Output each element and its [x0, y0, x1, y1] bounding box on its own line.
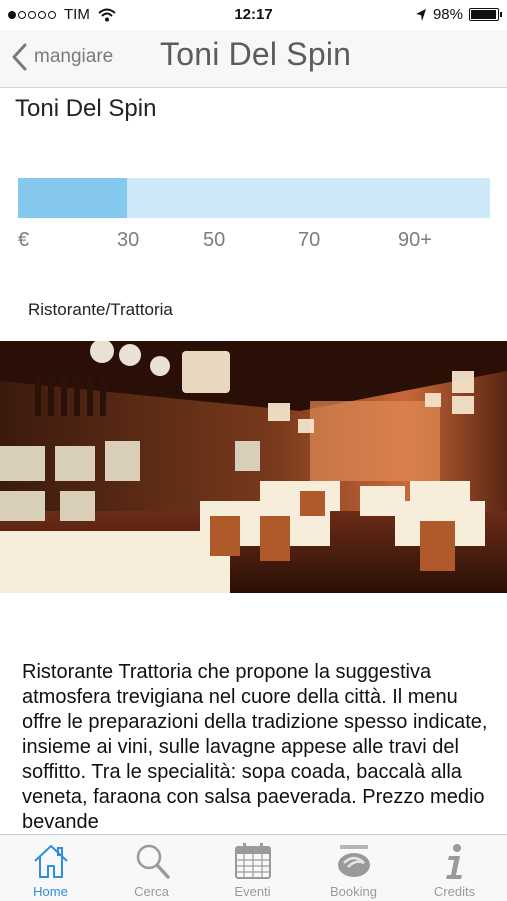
tab-home-label: Home	[33, 884, 68, 899]
battery-fill	[471, 10, 497, 19]
price-label-30: 30	[117, 229, 140, 251]
tab-credits-label: Credits	[433, 884, 476, 899]
tab-eventi-label: Eventi	[234, 884, 271, 899]
price-label-70: 70	[298, 229, 321, 251]
battery-area: 98%	[415, 6, 502, 23]
tab-booking[interactable]: Booking	[303, 835, 404, 901]
tab-cerca-label: Cerca	[134, 884, 169, 899]
page-title: Toni Del Spin	[160, 36, 352, 72]
home-icon	[33, 845, 68, 878]
location-arrow-icon	[415, 8, 426, 21]
battery-percent: 98%	[432, 6, 463, 23]
info-icon	[445, 844, 462, 879]
tab-booking-label: Booking	[330, 884, 377, 899]
price-level-bar	[18, 178, 490, 218]
price-label-90plus: 90+	[398, 229, 432, 251]
restaurant-photo	[0, 341, 507, 593]
restaurant-description: Ristorante Trattoria che propone la sugg…	[22, 661, 488, 833]
tab-cerca[interactable]: Cerca	[101, 835, 202, 901]
back-label: mangiare	[34, 46, 114, 67]
price-level-fill	[18, 178, 127, 218]
tab-home[interactable]: Home	[0, 835, 101, 901]
tab-credits[interactable]: Credits	[404, 835, 505, 901]
chevron-left-icon	[12, 43, 27, 71]
tab-eventi[interactable]: Eventi	[202, 835, 303, 901]
price-label-currency: €	[18, 229, 30, 251]
restaurant-interior-image	[0, 341, 507, 593]
search-icon	[136, 844, 170, 879]
calendar-icon	[234, 843, 271, 879]
status-bar: TIM 12:17 98%	[0, 0, 507, 30]
tab-bar: Home Cerca Eventi Booking Credits	[0, 834, 507, 901]
back-button[interactable]: mangiare	[10, 42, 113, 72]
price-label-50: 50	[203, 229, 226, 251]
battery-icon	[469, 8, 502, 21]
restaurant-category: Ristorante/Trattoria	[28, 300, 173, 319]
restaurant-name: Toni Del Spin	[15, 95, 157, 122]
navigation-bar: mangiare Toni Del Spin	[0, 30, 507, 88]
booking-logo-icon	[337, 845, 370, 877]
